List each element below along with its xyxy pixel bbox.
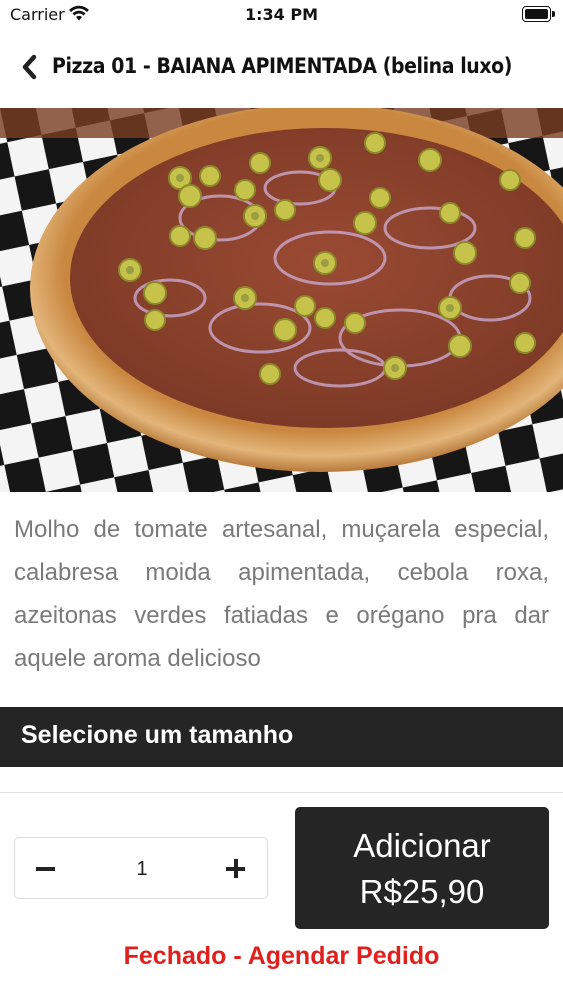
add-to-cart-button[interactable]: Adicionar R$25,90: [295, 807, 549, 929]
navigation-bar: Pizza 01 - BAIANA APIMENTADA (belina lux…: [0, 40, 563, 96]
quantity-value: 1: [136, 858, 148, 880]
add-button-label: Adicionar: [353, 827, 491, 864]
size-section-title: Selecione um tamanho: [21, 721, 294, 749]
page-title: Pizza 01 - BAIANA APIMENTADA (belina lux…: [52, 54, 512, 78]
minus-icon: [36, 867, 55, 871]
divider: [0, 792, 563, 793]
chevron-left-icon[interactable]: [18, 52, 44, 82]
add-button-price: R$25,90: [359, 873, 485, 910]
store-status[interactable]: Fechado - Agendar Pedido: [0, 942, 563, 971]
size-section-header[interactable]: Selecione um tamanho: [0, 707, 563, 767]
clock: 1:34 PM: [244, 5, 318, 24]
increment-button[interactable]: [219, 852, 253, 886]
product-description: Molho de tomate artesanal, muçarela espe…: [14, 516, 549, 672]
pizza-photo: [0, 108, 563, 492]
decrement-button[interactable]: [29, 852, 63, 886]
status-bar: Carrier 1:34 PM: [0, 0, 563, 30]
battery-icon: [522, 6, 555, 22]
quantity-stepper: 1: [14, 837, 268, 899]
product-image: [0, 108, 563, 492]
